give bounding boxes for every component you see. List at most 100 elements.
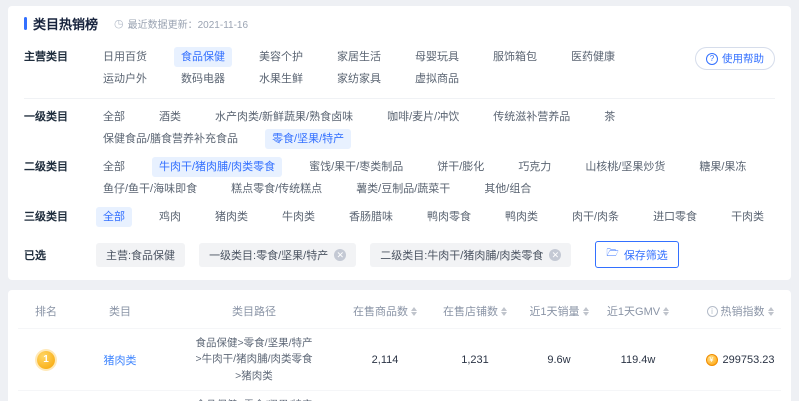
clock-icon: ◷ xyxy=(114,18,124,30)
ranking-table: 排名 类目 类目路径 在售商品数 在售店铺数 近1天销量 近1天GMV i 热销… xyxy=(8,290,791,401)
filter-option[interactable]: 鸡肉 xyxy=(152,207,188,227)
selected-tag-level1: 一级类目:零食/坚果/特产 ✕ xyxy=(199,242,357,267)
filter-option[interactable]: 肉干/肉条 xyxy=(565,207,626,227)
filter-option[interactable]: 全部 xyxy=(96,157,132,177)
filter-option[interactable]: 运动户外 xyxy=(96,69,154,89)
filter-option[interactable]: 医药健康 xyxy=(564,47,622,67)
save-filter-label: 保存筛选 xyxy=(623,249,668,262)
filter-option[interactable]: 巧克力 xyxy=(511,157,558,177)
filter-row-level1-category: 一级类目 全部 酒类 水产肉类/新鲜蔬果/熟食卤味 咖啡/麦片/冲饮 传统滋补营… xyxy=(24,103,775,153)
filter-option[interactable]: 虚拟商品 xyxy=(408,69,466,89)
filter-option[interactable]: 牛肉类 xyxy=(275,207,322,227)
col-goods-sortable[interactable]: 在售商品数 xyxy=(342,303,428,319)
filter-option[interactable]: 数码电器 xyxy=(174,69,232,89)
filter-label: 一级类目 xyxy=(24,111,68,123)
table-row: 2 鸭肉零食 食品保健>零食/坚果/特产 >牛肉干/猪肉脯/肉类零食 >鸭肉零食… xyxy=(18,390,781,401)
filter-option[interactable]: 蜜饯/果干/枣类制品 xyxy=(302,157,410,177)
filter-option[interactable]: 母婴玩具 xyxy=(408,47,466,67)
filter-option[interactable]: 鱼仔/鱼干/海味即食 xyxy=(96,179,204,199)
filter-option[interactable]: 日用百货 xyxy=(96,47,154,67)
filter-option[interactable]: 猪肉类 xyxy=(208,207,255,227)
filter-option[interactable]: 鸭肉零食 xyxy=(420,207,478,227)
filter-option[interactable]: 水产肉类/新鲜蔬果/熟食卤味 xyxy=(208,107,360,127)
selected-label: 已选 xyxy=(24,249,46,262)
col-shops-label: 在售店铺数 xyxy=(443,306,498,318)
remove-tag-icon[interactable]: ✕ xyxy=(549,248,562,261)
filter-row-main-category: 主营类目 日用百货 食品保健 美容个护 家居生活 母婴玩具 服饰箱包 医药健康 … xyxy=(24,43,775,99)
filter-option[interactable]: 干肉类 xyxy=(724,207,771,227)
filter-option[interactable]: 其他/组合 xyxy=(477,179,538,199)
filter-options: 全部 牛肉干/猪肉脯/肉类零食 蜜饯/果干/枣类制品 饼干/膨化 巧克力 山核桃… xyxy=(96,157,775,199)
filter-option[interactable]: 糖果/果冻 xyxy=(692,157,753,177)
selected-tag-level2: 二级类目:牛肉干/猪肉脯/肉类零食 ✕ xyxy=(370,242,572,267)
filter-option[interactable]: 茶 xyxy=(597,107,622,127)
sales-1d: 9.6w xyxy=(547,353,571,366)
col-shops-sortable[interactable]: 在售店铺数 xyxy=(428,303,522,319)
table-row: 1 猪肉类 食品保健>零食/坚果/特产 >牛肉干/猪肉脯/肉类零食 >猪肉类 2… xyxy=(18,328,781,390)
filter-option[interactable]: 咖啡/麦片/冲饮 xyxy=(380,107,466,127)
info-circle-icon: i xyxy=(706,305,718,317)
filter-option[interactable]: 薯类/豆制品/蔬菜干 xyxy=(349,179,457,199)
filter-option[interactable]: 鸭肉类 xyxy=(498,207,545,227)
selected-tag-text: 主营:食品保健 xyxy=(106,249,176,262)
bookmark-icon: 🗁 xyxy=(606,248,619,259)
hot-index: ¥ 299753.23 xyxy=(680,353,799,366)
filter-option[interactable]: 香肠腊味 xyxy=(342,207,400,227)
hot-index-value: 299753.23 xyxy=(722,353,775,366)
filter-option[interactable]: 酒类 xyxy=(152,107,188,127)
save-filter-button[interactable]: 🗁 保存筛选 xyxy=(595,241,679,268)
filter-option[interactable]: 糕点零食/传统糕点 xyxy=(224,179,329,199)
col-index-sortable[interactable]: i 热销指数 xyxy=(680,303,799,319)
filter-option[interactable]: 服饰箱包 xyxy=(486,47,544,67)
filter-option[interactable]: 饼干/膨化 xyxy=(430,157,491,177)
filter-option[interactable]: 家纺家具 xyxy=(330,69,388,89)
col-sales-label: 近1天销量 xyxy=(529,306,580,318)
category-link[interactable]: 猪肉类 xyxy=(74,352,166,368)
help-button-label: 使用帮助 xyxy=(722,53,764,65)
sort-icon[interactable] xyxy=(411,306,417,316)
help-button[interactable]: ? 使用帮助 xyxy=(695,47,775,70)
filter-option-selected[interactable]: 牛肉干/猪肉脯/肉类零食 xyxy=(152,157,283,177)
filter-options: 全部 酒类 水产肉类/新鲜蔬果/熟食卤味 咖啡/麦片/冲饮 传统滋补营养品 茶 … xyxy=(96,107,775,149)
filter-option-selected[interactable]: 零食/坚果/特产 xyxy=(265,129,352,149)
filter-label: 三级类目 xyxy=(24,211,68,223)
coin-icon: ¥ xyxy=(705,353,718,366)
sort-icon[interactable] xyxy=(501,306,507,316)
filter-option[interactable]: 保健食品/膳食营养补充食品 xyxy=(96,129,245,149)
update-text: 最近数据更新：2021-11-16 xyxy=(127,20,249,31)
filter-option[interactable]: 传统滋补营养品 xyxy=(486,107,577,127)
filter-option[interactable]: 全部 xyxy=(96,107,132,127)
col-path: 类目路径 xyxy=(232,306,276,318)
remove-tag-icon[interactable]: ✕ xyxy=(334,248,347,261)
goods-count: 2,114 xyxy=(371,353,399,366)
col-gmv-label: 近1天GMV xyxy=(606,306,661,318)
question-circle-icon: ? xyxy=(706,52,718,65)
sort-icon[interactable] xyxy=(582,306,589,316)
selected-tag-text: 一级类目:零食/坚果/特产 xyxy=(209,249,329,262)
selected-filters-row: 已选 主营:食品保健 一级类目:零食/坚果/特产 ✕ 二级类目:牛肉干/猪肉脯/… xyxy=(24,241,775,268)
filter-option-selected[interactable]: 全部 xyxy=(96,207,132,227)
shops-count: 1,231 xyxy=(461,353,489,366)
selected-tag-text: 二级类目:牛肉干/猪肉脯/肉类零食 xyxy=(380,249,544,262)
filter-option[interactable]: 美容个护 xyxy=(252,47,310,67)
sort-icon[interactable] xyxy=(663,306,670,316)
filter-row-level3-category: 三级类目 全部 鸡肉 猪肉类 牛肉类 香肠腊味 鸭肉零食 鸭肉类 肉干/肉条 进… xyxy=(24,203,775,231)
col-rank: 排名 xyxy=(35,306,57,318)
filter-option[interactable]: 进口零食 xyxy=(646,207,704,227)
col-gmv-sortable[interactable]: 近1天GMV xyxy=(596,303,680,319)
filter-option[interactable]: 家居生活 xyxy=(330,47,388,67)
col-index-label: 热销指数 xyxy=(720,306,765,318)
filter-row-level2-category: 二级类目 全部 牛肉干/猪肉脯/肉类零食 蜜饯/果干/枣类制品 饼干/膨化 巧克… xyxy=(24,153,775,203)
table-header-row: 排名 类目 类目路径 在售商品数 在售店铺数 近1天销量 近1天GMV i 热销… xyxy=(18,294,781,328)
col-category: 类目 xyxy=(109,306,131,318)
path-line: >牛肉干/猪肉脯/肉类零食 xyxy=(195,353,313,366)
data-update-status: ◷ 最近数据更新：2021-11-16 xyxy=(114,16,248,31)
path-line: >猪肉类 xyxy=(235,369,273,382)
filter-option[interactable]: 山核桃/坚果炒货 xyxy=(578,157,672,177)
filter-options: 全部 鸡肉 猪肉类 牛肉类 香肠腊味 鸭肉零食 鸭肉类 肉干/肉条 进口零食 干… xyxy=(96,207,775,227)
gold-medal-icon: 1 xyxy=(37,350,55,369)
filter-option-selected[interactable]: 食品保健 xyxy=(174,47,232,67)
col-sales-sortable[interactable]: 近1天销量 xyxy=(522,303,596,319)
filter-option[interactable]: 水果生鲜 xyxy=(252,69,310,89)
sort-icon[interactable] xyxy=(767,306,774,316)
